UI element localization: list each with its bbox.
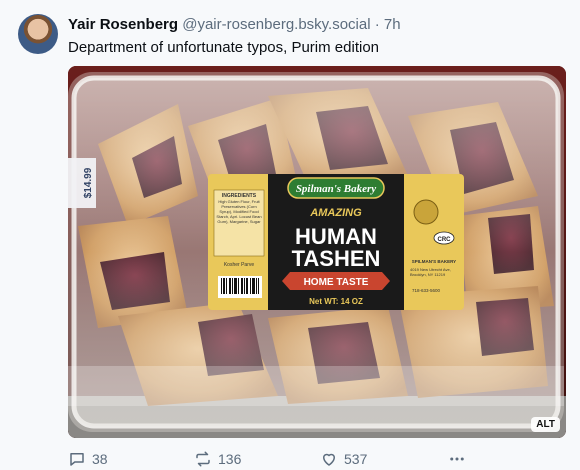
post-header: Yair Rosenberg @yair-rosenberg.bsky.soci… [68,16,401,34]
like-count: 537 [344,451,368,467]
tagline: AMAZING [309,207,362,219]
author-avatar[interactable] [18,14,58,54]
ribbon-text: HOME TASTE [304,277,369,288]
hamantaschen-package-photo: $14.99 Spilman's Bakery AMAZING HUMAN TA… [68,66,566,438]
more-horizontal-icon [450,457,464,461]
product-name-line2: TASHEN [292,246,381,271]
heart-icon [323,453,335,466]
alt-text-badge[interactable]: ALT [531,417,560,432]
author-name[interactable]: Yair Rosenberg [68,16,178,33]
ingredients-text: High Gluten Flour, Fruit Preservatives (… [216,199,262,224]
more-options-button[interactable] [448,450,466,468]
bakery-phone: 718-633-5600 [412,288,441,293]
price-tag: $14.99 [83,167,94,198]
reply-button[interactable]: 38 [68,450,108,468]
reply-count: 38 [92,451,108,467]
repost-count: 136 [218,451,242,467]
post-time[interactable]: 7h [384,16,401,33]
post-text: Department of unfortunate typos, Purim e… [68,39,380,56]
author-handle[interactable]: @yair-rosenberg.bsky.social [182,16,370,33]
repost-icon [196,451,210,467]
like-button[interactable]: 537 [320,450,367,468]
quality-seal-icon [413,199,439,225]
bakery-address: 4019 New Utrecht Ave, Brooklyn, NY 11219 [410,267,451,277]
barcode [218,276,262,298]
post-actions: 38 136 537 [68,450,548,470]
repost-button[interactable]: 136 [194,450,241,468]
product-label: Spilman's Bakery AMAZING HUMAN TASHEN HO… [208,174,464,310]
right-brand: SPILMAN'S BAKERY [412,259,456,264]
meta-separator: · [374,16,380,33]
brand-name: Spilman's Bakery [296,183,376,195]
kosher-note: Kosher Parve [224,262,255,268]
post-image[interactable]: $14.99 Spilman's Bakery AMAZING HUMAN TA… [68,66,566,438]
reply-icon [70,453,84,466]
net-weight: Net WT: 14 OZ [309,297,363,306]
certification: CRC [438,237,452,243]
